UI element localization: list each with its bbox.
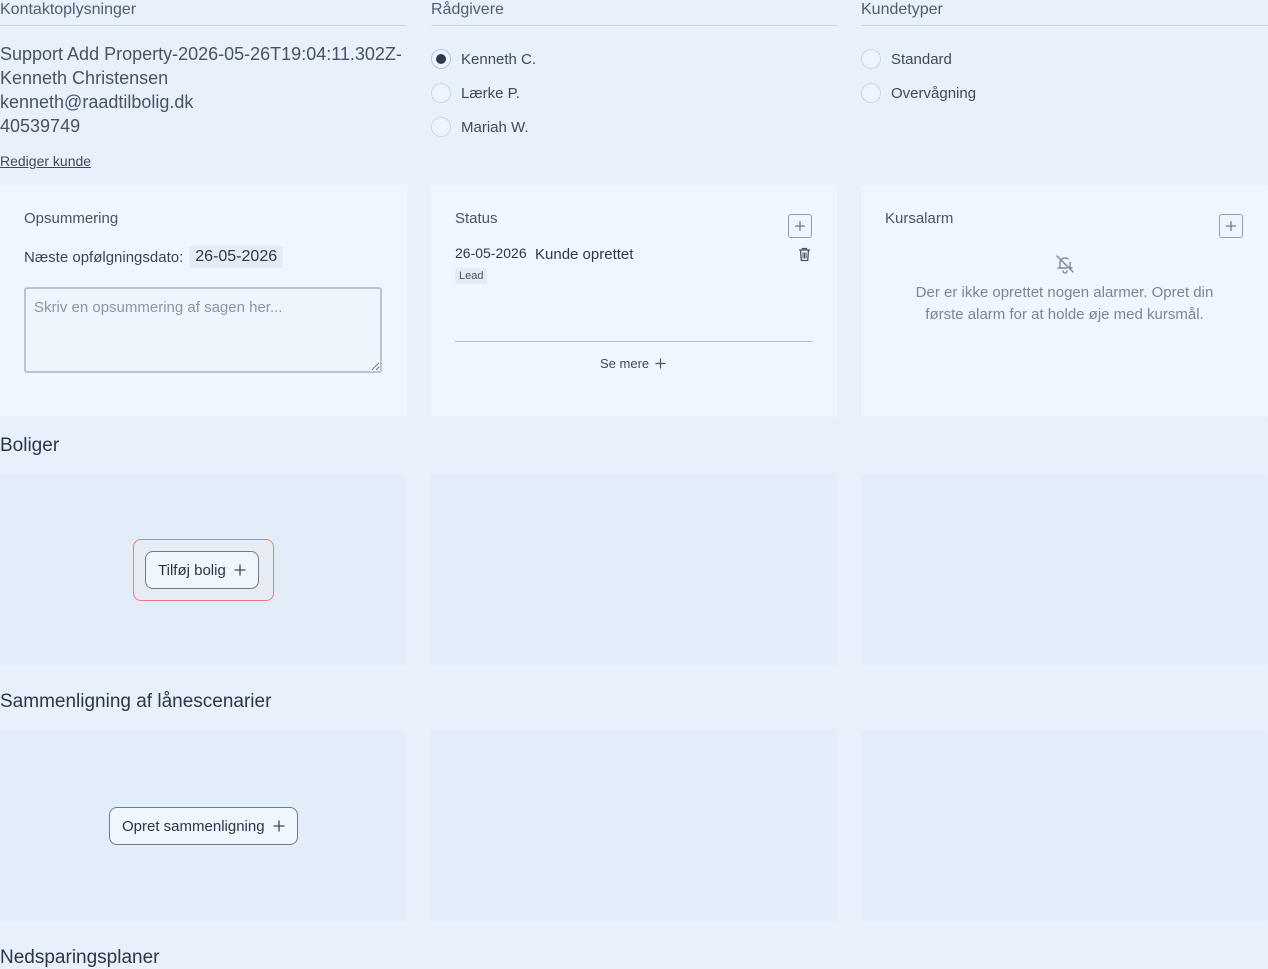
followup-label: Næste opfølgningsdato: — [24, 248, 184, 266]
summary-card-title: Opsummering — [24, 210, 119, 227]
followup-date[interactable]: 26-05-2026 — [189, 246, 284, 268]
advisor-option-kenneth[interactable]: Kenneth C. — [431, 42, 536, 76]
properties-heading: Boliger — [0, 435, 60, 456]
advisor-option-label: Mariah W. — [461, 118, 529, 136]
trash-icon — [799, 247, 810, 262]
contact-phone: 40539749 — [0, 116, 81, 136]
summary-textarea[interactable] — [24, 287, 382, 373]
advisor-option-laerke[interactable]: Lærke P. — [431, 76, 536, 110]
contact-email: kenneth@raadtilbolig.dk — [0, 92, 194, 112]
customer-types-section-label: Kundetyper — [861, 1, 943, 18]
advisor-option-label: Lærke P. — [461, 84, 520, 102]
contact-name-line: Support Add Property-2026-05-26T19:04:11… — [0, 44, 402, 64]
status-entry-date: 26-05-2026 — [455, 245, 527, 261]
radio-unselected[interactable] — [861, 83, 881, 103]
add-status-button[interactable] — [788, 214, 812, 238]
property-slot-2 — [431, 475, 837, 665]
loan-comparison-slot-2 — [431, 731, 837, 921]
radio-unselected[interactable] — [431, 83, 451, 103]
radio-unselected[interactable] — [431, 117, 451, 137]
radio-selected[interactable] — [431, 49, 451, 69]
customer-type-option-overvaagning[interactable]: Overvågning — [861, 76, 976, 110]
plus-icon — [655, 358, 666, 369]
customer-type-option-label: Standard — [891, 50, 952, 68]
loan-comparison-heading: Sammenligning af lånescenarier — [0, 691, 272, 712]
contact-divider — [0, 25, 406, 26]
plus-icon — [273, 820, 285, 832]
customer-types-divider — [861, 25, 1268, 26]
add-alarm-button[interactable] — [1219, 214, 1243, 238]
advisors-section-label: Rådgivere — [431, 1, 504, 18]
delete-status-button[interactable] — [798, 247, 811, 267]
summary-card: Opsummering Næste opfølgningsdato: 26-05… — [0, 185, 407, 417]
advisors-divider — [431, 25, 837, 26]
plus-icon — [1226, 221, 1236, 231]
alarm-empty-text: Der er ikke oprettet nogen alarmer. Opre… — [915, 284, 1214, 323]
see-more-button[interactable]: Se mere — [600, 356, 666, 371]
plus-icon — [234, 564, 246, 576]
savings-heading: Nedsparingsplaner — [0, 947, 160, 968]
alarm-card-title: Kursalarm — [885, 210, 954, 227]
edit-customer-link[interactable]: Rediger kunde — [0, 153, 91, 169]
contact-person: Kenneth Christensen — [0, 68, 169, 88]
status-card: Status 26-05-2026 Kunde oprettet Lead Se… — [431, 185, 837, 417]
advisors-radio-group: Kenneth C. Lærke P. Mariah W. — [431, 42, 536, 144]
property-slot-1: Tilføj bolig — [0, 475, 407, 665]
alarm-card: Kursalarm Der er ikke oprettet nogen ala… — [861, 185, 1268, 417]
advisor-option-label: Kenneth C. — [461, 50, 537, 68]
customer-type-option-standard[interactable]: Standard — [861, 42, 976, 76]
radio-unselected[interactable] — [861, 49, 881, 69]
add-property-button[interactable]: Tilføj bolig — [145, 551, 259, 589]
property-slot-3 — [861, 475, 1268, 665]
see-more-label: Se mere — [600, 356, 650, 371]
status-divider — [455, 341, 813, 342]
customer-type-option-label: Overvågning — [891, 84, 977, 102]
contact-section-label: Kontaktoplysninger — [0, 1, 137, 18]
status-entry-text: Kunde oprettet — [535, 246, 634, 263]
followup-row: Næste opfølgningsdato: 26-05-2026 — [24, 246, 284, 268]
contact-details: Support Add Property-2026-05-26T19:04:11… — [0, 42, 402, 138]
add-property-label: Tilføj bolig — [158, 561, 226, 579]
create-comparison-label: Opret sammenligning — [122, 817, 265, 835]
plus-icon — [795, 221, 805, 231]
loan-comparison-slot-3 — [861, 731, 1268, 921]
customer-types-radio-group: Standard Overvågning — [861, 42, 976, 110]
create-comparison-button[interactable]: Opret sammenligning — [109, 807, 298, 845]
loan-comparison-slot-1: Opret sammenligning — [0, 731, 407, 921]
advisor-option-mariah[interactable]: Mariah W. — [431, 110, 536, 144]
status-entry-badge: Lead — [455, 268, 488, 284]
bell-off-icon — [1054, 253, 1076, 280]
status-card-title: Status — [455, 210, 498, 227]
